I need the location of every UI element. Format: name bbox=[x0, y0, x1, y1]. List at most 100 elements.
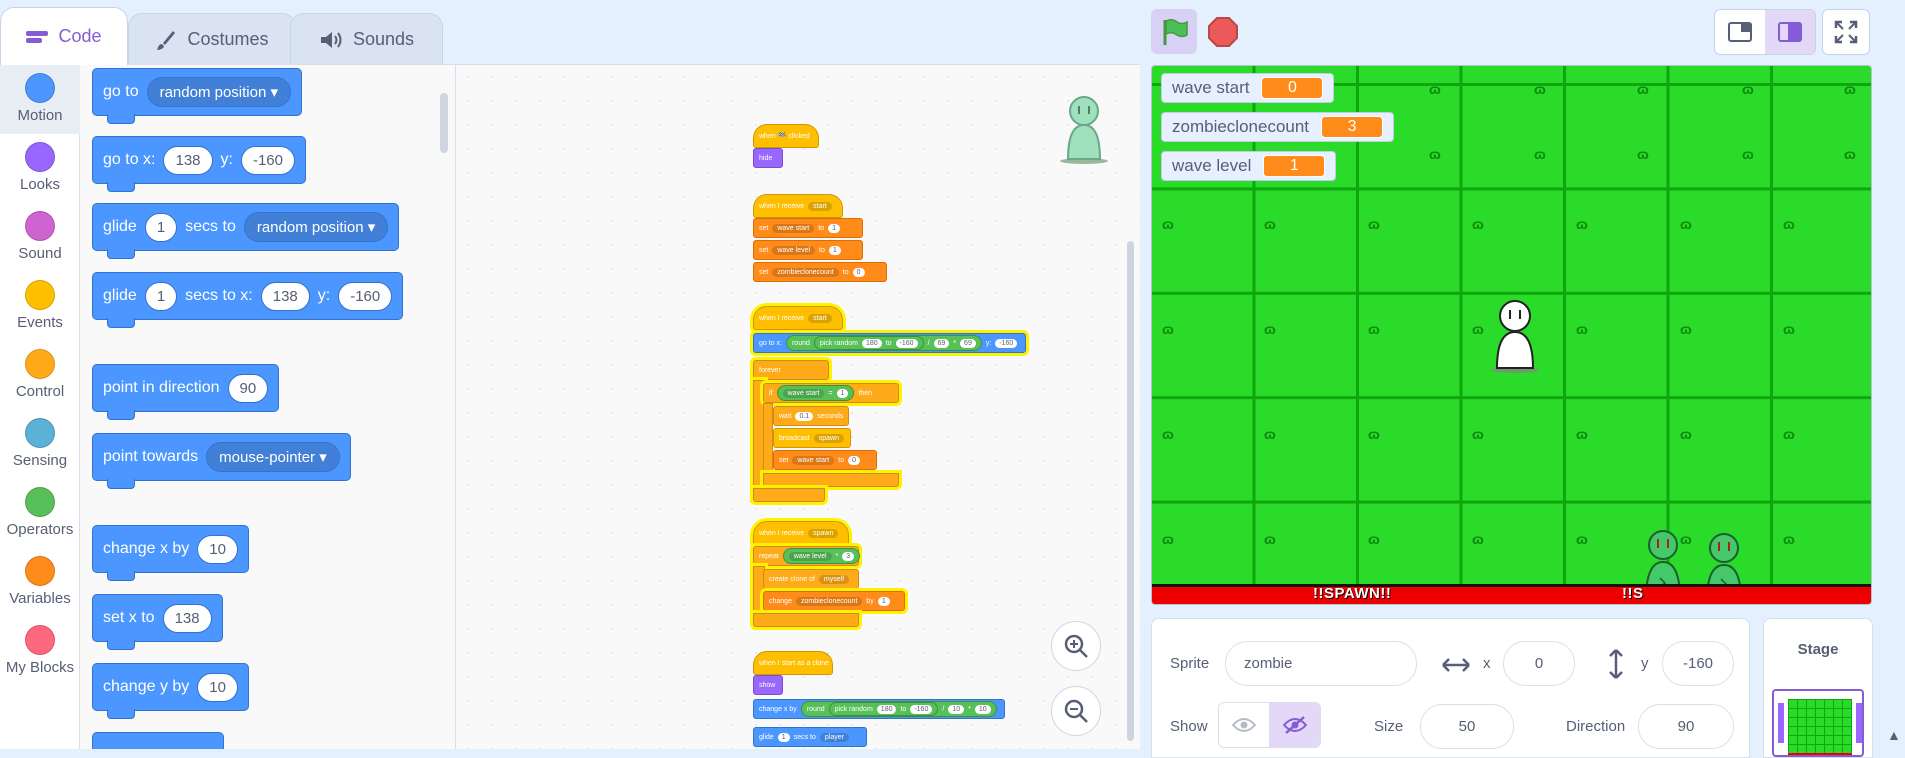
if-block[interactable]: if wave start = 1 then bbox=[763, 383, 899, 403]
glide-xy-block[interactable]: glide 1 secs to x: 138 y: -160 bbox=[92, 272, 404, 328]
message-dropdown[interactable]: spawn bbox=[808, 528, 839, 538]
variable-dropdown[interactable]: wave level bbox=[772, 245, 816, 255]
category-events[interactable]: Events bbox=[0, 272, 80, 341]
pick-random-reporter[interactable]: pick random 180 to -160 bbox=[828, 702, 939, 716]
y-input[interactable]: -160 bbox=[1662, 641, 1734, 686]
fullscreen-button[interactable] bbox=[1822, 9, 1870, 55]
category-motion[interactable]: Motion bbox=[0, 65, 80, 134]
large-stage-button[interactable] bbox=[1765, 10, 1815, 54]
change-x-input[interactable]: 10 bbox=[197, 534, 238, 564]
monitor-zombieclonecount[interactable]: zombieclonecount 3 bbox=[1161, 112, 1395, 142]
set-wave-start-zero-block[interactable]: set wave start to 0 bbox=[773, 450, 877, 470]
change-x-block[interactable]: change x by 10 bbox=[92, 525, 249, 581]
pick-random-reporter[interactable]: pick random 180 to -160 bbox=[813, 336, 924, 350]
tab-sounds[interactable]: Sounds bbox=[290, 13, 443, 65]
equals-reporter[interactable]: wave start = 1 bbox=[776, 385, 855, 401]
change-zombieclonecount-block[interactable]: change zombieclonecount by 1 bbox=[763, 591, 905, 611]
go-to-xy-random-block[interactable]: go to x: round pick random 180 to -160 /… bbox=[753, 333, 1026, 353]
value-input[interactable]: 180 bbox=[876, 704, 897, 714]
glide-target-dropdown[interactable]: player bbox=[819, 732, 849, 742]
y-input[interactable]: -160 bbox=[338, 281, 393, 311]
value-input[interactable]: 1 bbox=[828, 245, 841, 255]
variable-dropdown[interactable]: wave start bbox=[792, 455, 835, 465]
variable-dropdown[interactable]: zombieclonecount bbox=[772, 267, 839, 277]
secs-input[interactable]: 1 bbox=[144, 281, 178, 311]
message-dropdown[interactable]: start bbox=[808, 201, 832, 211]
zoom-in-button[interactable] bbox=[1051, 621, 1101, 671]
category-control[interactable]: Control bbox=[0, 341, 80, 410]
value-input[interactable]: 69 bbox=[960, 338, 976, 348]
category-looks[interactable]: Looks bbox=[0, 134, 80, 203]
set-wave-level-block[interactable]: set wave level to 1 bbox=[753, 240, 863, 260]
sprite-name-input[interactable]: zombie bbox=[1225, 641, 1417, 686]
green-flag-button[interactable] bbox=[1151, 9, 1197, 54]
value-input[interactable]: 0 bbox=[848, 455, 860, 465]
multiply-reporter[interactable]: wave level * 3 bbox=[782, 548, 861, 564]
stage-canvas[interactable]: ɷ ɷ ɷ ɷ ɷ ɷ ɷ ɷ ɷ ɷ ɷ ɷ ɷ ɷ ɷ ɷ ɷ ɷ ɷ ɷ … bbox=[1151, 65, 1872, 605]
category-sensing[interactable]: Sensing bbox=[0, 410, 80, 479]
wait-block[interactable]: wait 0.1 seconds bbox=[773, 406, 849, 426]
value-input[interactable]: 180 bbox=[862, 338, 882, 348]
change-x-random-block[interactable]: change x by round pick random 180 to -16… bbox=[753, 699, 1005, 719]
go-to-block[interactable]: go to random position bbox=[92, 68, 303, 124]
direction-input[interactable]: 90 bbox=[227, 373, 269, 403]
value-input[interactable]: 0.1 bbox=[795, 411, 814, 421]
round-reporter[interactable]: round pick random 180 to -160 / 10 * 10 bbox=[800, 701, 997, 717]
hide-block[interactable]: hide bbox=[753, 148, 783, 168]
go-to-xy-block[interactable]: go to x: 138 y: -160 bbox=[92, 136, 306, 192]
change-y-input[interactable]: 10 bbox=[197, 672, 238, 702]
value-input[interactable]: 10 bbox=[948, 704, 965, 714]
when-receive-spawn-hat[interactable]: when I receive spawn bbox=[753, 521, 849, 545]
message-dropdown[interactable]: start bbox=[808, 313, 832, 323]
glide-to-player-block[interactable]: glide 1 secs to player bbox=[753, 727, 867, 747]
create-clone-block[interactable]: create clone of myself bbox=[763, 569, 859, 589]
when-start-as-clone-hat[interactable]: when I start as a clone bbox=[753, 651, 833, 675]
x-input[interactable]: 138 bbox=[163, 145, 213, 175]
secs-input[interactable]: 1 bbox=[144, 212, 178, 242]
value-input[interactable]: 1 bbox=[877, 596, 890, 606]
round-reporter[interactable]: round pick random 180 to -160 / 69 * 69 bbox=[785, 335, 982, 351]
value-input[interactable]: -160 bbox=[995, 338, 1018, 348]
towards-target-dropdown[interactable]: mouse-pointer bbox=[206, 442, 340, 472]
value-input[interactable]: 3 bbox=[842, 551, 855, 561]
change-y-block[interactable]: change y by 10 bbox=[92, 663, 249, 719]
when-flag-clicked-hat[interactable]: when 🏁 clicked bbox=[753, 124, 819, 148]
variable-dropdown[interactable]: wave start bbox=[772, 223, 815, 233]
category-operators[interactable]: Operators bbox=[0, 479, 80, 548]
broadcast-block[interactable]: broadcast spawn bbox=[773, 428, 851, 448]
variable-reporter[interactable]: wave level bbox=[788, 551, 832, 561]
category-my-blocks[interactable]: My Blocks bbox=[0, 617, 80, 686]
point-direction-block[interactable]: point in direction 90 bbox=[92, 364, 280, 420]
value-input[interactable]: 69 bbox=[933, 338, 950, 348]
point-towards-block[interactable]: point towards mouse-pointer bbox=[92, 433, 351, 489]
resize-caret-icon[interactable]: ▲ bbox=[1887, 727, 1901, 743]
script-scrollbar[interactable] bbox=[1127, 241, 1134, 741]
x-input[interactable]: 138 bbox=[260, 281, 310, 311]
category-sound[interactable]: Sound bbox=[0, 203, 80, 272]
set-wave-start-block[interactable]: set wave start to 1 bbox=[753, 218, 863, 238]
tab-costumes[interactable]: Costumes bbox=[128, 13, 296, 65]
value-input[interactable]: 1 bbox=[828, 223, 840, 233]
value-input[interactable]: 10 bbox=[974, 704, 991, 714]
repeat-block[interactable]: repeat wave level * 3 bbox=[753, 546, 861, 566]
stage-thumbnail[interactable] bbox=[1772, 689, 1864, 757]
zoom-out-button[interactable] bbox=[1051, 686, 1101, 736]
value-input[interactable]: 1 bbox=[777, 732, 790, 742]
clone-target-dropdown[interactable]: myself bbox=[818, 574, 850, 584]
x-input[interactable]: 0 bbox=[1503, 641, 1575, 686]
variable-reporter[interactable]: wave start bbox=[782, 388, 825, 398]
go-to-target-dropdown[interactable]: random position bbox=[146, 77, 292, 107]
set-x-block[interactable]: set x to 138 bbox=[92, 594, 223, 650]
stop-button[interactable] bbox=[1205, 9, 1241, 54]
glide-target-dropdown[interactable]: random position bbox=[243, 212, 389, 242]
glide-to-block[interactable]: glide 1 secs to random position bbox=[92, 203, 400, 259]
set-zombieclonecount-block[interactable]: set zombieclonecount to 0 bbox=[753, 262, 887, 282]
value-input[interactable]: 1 bbox=[836, 388, 849, 398]
show-block[interactable]: show bbox=[753, 675, 783, 695]
stage-selector-pane[interactable]: Stage bbox=[1763, 618, 1873, 758]
palette-scrollbar[interactable] bbox=[440, 93, 448, 153]
value-input[interactable]: -160 bbox=[910, 704, 933, 714]
show-hidden-button[interactable] bbox=[1269, 703, 1320, 747]
when-receive-start-hat-2[interactable]: when I receive start bbox=[753, 306, 843, 330]
next-block-partial[interactable] bbox=[92, 732, 224, 749]
